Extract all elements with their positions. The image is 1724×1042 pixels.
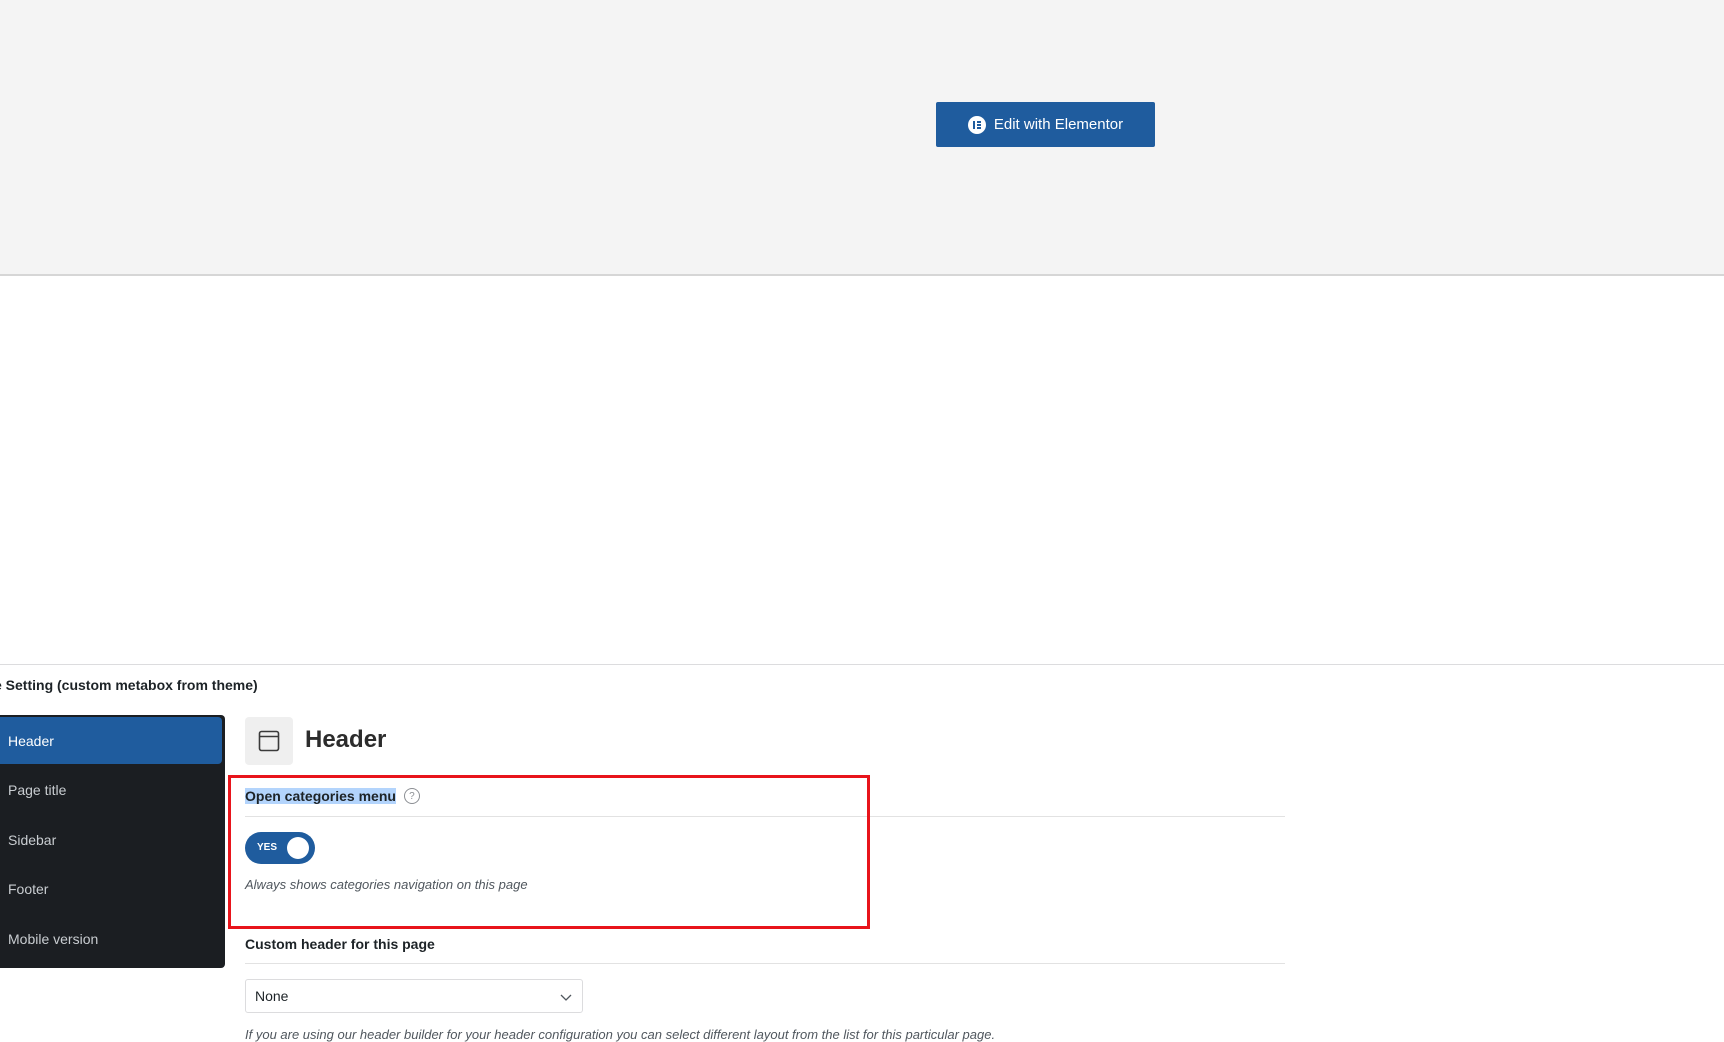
- sidebar-item-footer[interactable]: Footer: [0, 866, 222, 913]
- open-categories-menu-toggle[interactable]: YES: [245, 832, 315, 864]
- field-divider: [245, 963, 1285, 964]
- sidebar-item-page-title[interactable]: Page title: [0, 767, 222, 814]
- sidebar-item-mobile-version[interactable]: Mobile version: [0, 915, 222, 962]
- section-divider: [0, 664, 1724, 665]
- custom-header-select[interactable]: None: [245, 979, 583, 1013]
- elementor-icon: [967, 115, 986, 134]
- edit-with-elementor-label: Edit with Elementor: [993, 116, 1124, 133]
- editor-top-area: Edit with Elementor: [0, 0, 1724, 276]
- panel-title: Header: [305, 726, 387, 753]
- sidebar-item-label: Footer: [8, 881, 49, 897]
- help-icon[interactable]: ?: [403, 788, 420, 804]
- chevron-down-icon: [560, 990, 572, 1006]
- open-categories-menu-label: Open categories menu ?: [245, 788, 420, 804]
- custom-header-description: If you are using our header builder for …: [245, 1027, 996, 1042]
- field-label-text: Open categories menu: [245, 788, 396, 804]
- toggle-knob: [287, 837, 309, 859]
- sidebar-item-label: Mobile version: [8, 930, 99, 947]
- sidebar-item-label: Sidebar: [8, 831, 57, 848]
- sidebar-item-label: Header: [8, 732, 54, 749]
- field-label-text: Custom header for this page: [245, 936, 435, 952]
- edit-with-elementor-button[interactable]: Edit with Elementor: [936, 102, 1155, 147]
- open-categories-menu-description: Always shows categories navigation on th…: [245, 877, 528, 892]
- metabox-title: e Setting (custom metabox from theme): [0, 677, 258, 693]
- settings-sidebar: Header Page title Sidebar Footer Mobile …: [0, 715, 225, 968]
- select-value: None: [255, 988, 289, 1004]
- custom-header-label: Custom header for this page: [245, 936, 435, 952]
- window-icon: [245, 717, 293, 765]
- sidebar-item-header[interactable]: Header: [0, 717, 222, 764]
- toggle-label: YES: [257, 842, 278, 853]
- sidebar-item-label: Page title: [8, 782, 67, 798]
- field-divider: [245, 816, 1285, 817]
- sidebar-item-sidebar[interactable]: Sidebar: [0, 816, 222, 863]
